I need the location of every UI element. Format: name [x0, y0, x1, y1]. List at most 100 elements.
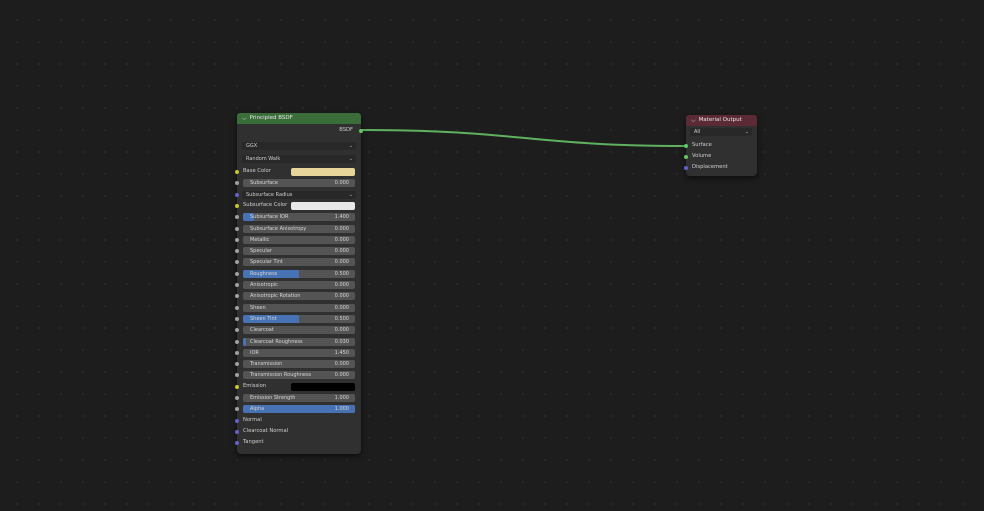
emission-strength-socket[interactable]: [235, 396, 239, 400]
sheen-tint-socket[interactable]: [235, 316, 239, 321]
clearcoat-roughness-socket[interactable]: [235, 339, 239, 344]
target-value: All: [694, 129, 701, 135]
subsurface-radius-socket[interactable]: [235, 192, 239, 197]
emission-label: Emission: [243, 382, 267, 389]
roughness-socket[interactable]: [235, 271, 239, 276]
subsurface-radius-dropdown[interactable]: Subsurface Radius ⌄: [242, 190, 356, 199]
subsurface-ior-socket[interactable]: [235, 215, 239, 220]
normal-socket[interactable]: [235, 418, 239, 423]
base-color-label: Base Color: [243, 168, 271, 174]
principled-bsdf-node[interactable]: ⌵ Principled BSDF BSDF GGX ⌄ Random Walk…: [235, 113, 363, 454]
transmission-slider[interactable]: Transmission 0.000: [243, 360, 355, 369]
subsurface-radius-label: Subsurface Radius: [246, 191, 293, 198]
base-color-socket[interactable]: [235, 170, 239, 174]
anisotropic-rotation-value: 0.000: [334, 293, 349, 300]
collapse-chevron-icon[interactable]: ⌵: [691, 115, 696, 126]
tangent-label: Tangent: [243, 439, 264, 446]
input-row-tangent: Tangent: [235, 437, 361, 448]
subsurface-color-swatch[interactable]: [291, 201, 355, 210]
subsurface-anisotropy-socket[interactable]: [235, 226, 239, 231]
subsurface-ior-value: 1.400: [334, 214, 349, 221]
base-color-swatch[interactable]: [291, 168, 355, 176]
subsurface-ior-slider[interactable]: Subsurface IOR 1.400: [243, 213, 355, 222]
clearcoat-slider[interactable]: Clearcoat 0.000: [243, 326, 355, 335]
transmission-roughness-socket[interactable]: [235, 373, 239, 378]
emission-swatch[interactable]: [291, 382, 355, 391]
subsurface-method-dropdown[interactable]: Random Walk ⌄: [242, 155, 356, 163]
transmission-value: 0.000: [334, 361, 349, 368]
chevron-down-icon: ⌄: [348, 143, 353, 149]
bsdf-output-socket[interactable]: [359, 128, 363, 133]
chevron-down-icon: ⌄: [348, 156, 353, 162]
roughness-slider[interactable]: Roughness 0.500: [243, 269, 355, 278]
metallic-label: Metallic: [250, 236, 270, 243]
subsurface-socket[interactable]: [235, 181, 239, 186]
specular-tint-label: Specular Tint: [250, 259, 283, 266]
clearcoat-roughness-slider[interactable]: Clearcoat Roughness 0.030: [243, 337, 355, 346]
clearcoat-normal-socket[interactable]: [235, 429, 239, 434]
input-row-roughness: Roughness 0.500: [235, 268, 361, 279]
subsurface-slider[interactable]: Subsurface 0.000: [243, 179, 355, 188]
input-row-sheen-tint: Sheen Tint 0.500: [235, 313, 361, 324]
volume-socket[interactable]: [684, 154, 688, 159]
output-input-surface: Surface: [684, 140, 757, 151]
alpha-socket[interactable]: [235, 407, 239, 412]
roughness-label: Roughness: [250, 270, 278, 277]
ior-slider[interactable]: IOR 1.450: [243, 348, 355, 357]
subsurface-color-socket[interactable]: [235, 203, 239, 208]
material-output-node[interactable]: ⌵ Material Output All ⌄ Surface Volume Dis…: [684, 115, 757, 176]
transmission-label: Transmission: [250, 361, 283, 368]
sheen-slider[interactable]: Sheen 0.000: [243, 303, 355, 312]
input-row-metallic: Metallic 0.000: [235, 234, 361, 245]
target-dropdown[interactable]: All ⌄: [690, 128, 752, 136]
input-row-clearcoat-roughness: Clearcoat Roughness 0.030: [235, 336, 361, 347]
transmission-roughness-slider[interactable]: Transmission Roughness 0.000: [243, 371, 355, 380]
sheen-tint-slider[interactable]: Sheen Tint 0.500: [243, 314, 355, 323]
clearcoat-value: 0.000: [334, 327, 349, 334]
displacement-socket[interactable]: [684, 165, 688, 170]
transmission-socket[interactable]: [235, 362, 239, 367]
output-input-volume: Volume: [684, 151, 757, 162]
subsurface-anisotropy-slider[interactable]: Subsurface Anisotropy 0.000: [243, 224, 355, 233]
clearcoat-socket[interactable]: [235, 328, 239, 333]
output-input-displacement: Displacement: [684, 162, 757, 173]
metallic-slider[interactable]: Metallic 0.000: [243, 235, 355, 244]
bsdf-output-row: BSDF: [237, 125, 363, 136]
surface-socket[interactable]: [684, 143, 688, 148]
tangent-socket[interactable]: [235, 441, 239, 446]
subsurface-anisotropy-value: 0.000: [334, 225, 349, 232]
material-output-header[interactable]: ⌵ Material Output: [686, 115, 757, 126]
collapse-chevron-icon[interactable]: ⌵: [242, 113, 247, 124]
input-row-subsurface-anisotropy: Subsurface Anisotropy 0.000: [235, 223, 361, 234]
input-row-base-color: Base Color: [235, 166, 361, 177]
anisotropic-rotation-socket[interactable]: [235, 294, 239, 299]
principled-bsdf-header[interactable]: ⌵ Principled BSDF: [237, 113, 361, 124]
ior-socket[interactable]: [235, 350, 239, 355]
distribution-dropdown[interactable]: GGX ⌄: [242, 142, 356, 150]
input-row-transmission-roughness: Transmission Roughness 0.000: [235, 369, 361, 380]
input-row-specular-tint: Specular Tint 0.000: [235, 256, 361, 267]
emission-strength-slider[interactable]: Emission Strength 1.000: [243, 394, 355, 402]
clearcoat-roughness-label: Clearcoat Roughness: [250, 338, 303, 345]
specular-slider[interactable]: Specular 0.000: [243, 247, 355, 256]
specular-value: 0.000: [334, 248, 349, 255]
transmission-roughness-label: Transmission Roughness: [250, 372, 312, 379]
sheen-socket[interactable]: [235, 305, 239, 310]
normal-label: Normal: [243, 416, 262, 423]
input-row-sheen: Sheen 0.000: [235, 302, 361, 313]
anisotropic-rotation-slider[interactable]: Anisotropic Rotation 0.000: [243, 292, 355, 301]
specular-socket[interactable]: [235, 249, 239, 254]
node-editor-canvas[interactable]: [0, 0, 984, 511]
anisotropic-slider[interactable]: Anisotropic 0.000: [243, 281, 355, 289]
input-row-normal: Normal: [235, 415, 361, 426]
specular-tint-socket[interactable]: [235, 260, 239, 265]
alpha-slider[interactable]: Alpha 1.000: [243, 405, 355, 414]
emission-socket[interactable]: [235, 384, 239, 389]
distribution-value: GGX: [246, 143, 258, 149]
node-title: Material Output: [698, 117, 742, 123]
metallic-socket[interactable]: [235, 237, 239, 242]
specular-tint-slider[interactable]: Specular Tint 0.000: [243, 258, 355, 267]
clearcoat-normal-label: Clearcoat Normal: [243, 427, 289, 434]
subsurface-color-label: Subsurface Color: [243, 201, 288, 208]
anisotropic-socket[interactable]: [235, 283, 239, 287]
